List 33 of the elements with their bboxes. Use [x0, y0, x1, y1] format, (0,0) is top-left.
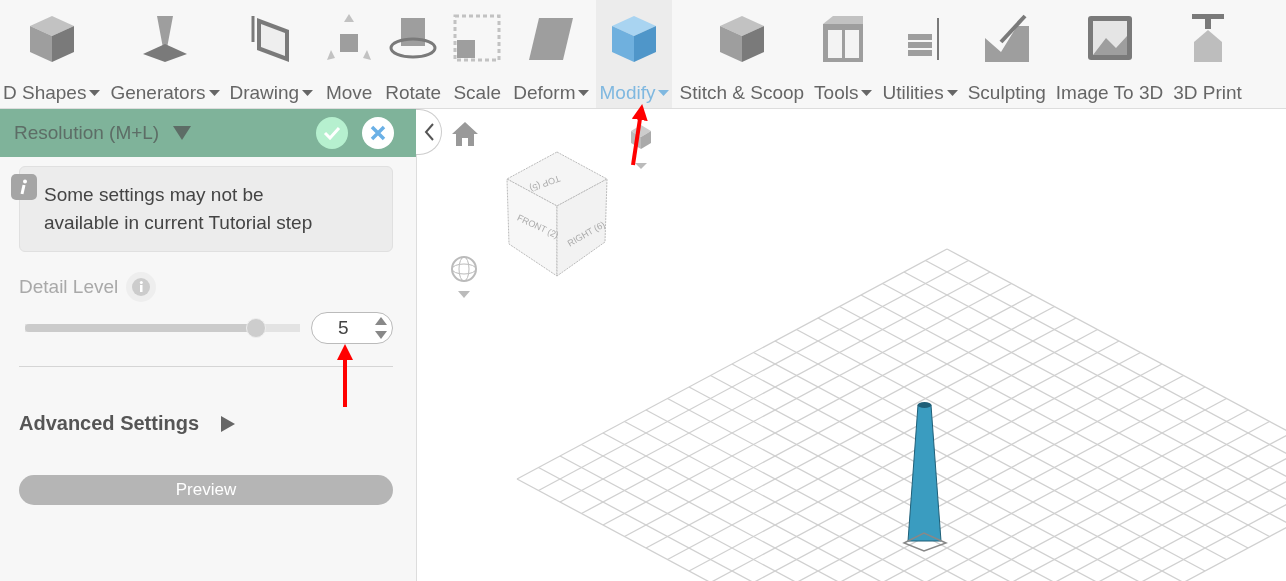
home-icon[interactable] [451, 121, 479, 147]
panel-title: Resolution (M+L) [14, 122, 160, 144]
toolbar-button[interactable]: Generators [107, 0, 223, 108]
toolbar-button[interactable]: Scale [448, 0, 507, 108]
toolbar-button[interactable]: Stitch & Scoop [676, 0, 808, 108]
cube-face-label: TOP (5) [528, 173, 562, 194]
caret-icon[interactable] [173, 126, 192, 140]
close-icon [370, 125, 386, 141]
check-icon [323, 126, 341, 140]
scale-icon [451, 12, 504, 64]
toolbar-button[interactable]: Tools [811, 0, 876, 108]
detail-level-label: Detail Level [19, 276, 119, 298]
annotation-arrow [631, 104, 648, 166]
toolbar-button[interactable]: Image To 3D [1052, 0, 1167, 108]
toolbar-button[interactable]: Utilities [879, 0, 961, 108]
spinner-icon[interactable] [374, 315, 388, 341]
advanced-settings-toggle[interactable]: Advanced Settings [19, 412, 236, 435]
info-icon [11, 174, 37, 200]
caret-icon [221, 415, 236, 432]
confirm-button[interactable] [316, 117, 348, 149]
toolbar-button[interactable]: D Shapes [0, 0, 104, 108]
close-button[interactable] [362, 117, 394, 149]
toolbar-button[interactable]: Rotate [382, 0, 445, 108]
toolbar-button[interactable]: 3D Print [1170, 0, 1245, 108]
collapse-button[interactable] [416, 109, 442, 155]
toolbar-button[interactable]: Deform [510, 0, 593, 108]
notice-text: Some settings may not be available in current Tutorial step [44, 183, 314, 235]
info-icon[interactable] [126, 272, 157, 302]
toolbar-button[interactable]: Sculpting [964, 0, 1049, 108]
toolbar-button[interactable]: Move [320, 0, 379, 108]
annotation-arrow [337, 344, 353, 407]
chevron-left-icon [423, 123, 434, 141]
toolbar-button[interactable]: Drawing [226, 0, 317, 108]
